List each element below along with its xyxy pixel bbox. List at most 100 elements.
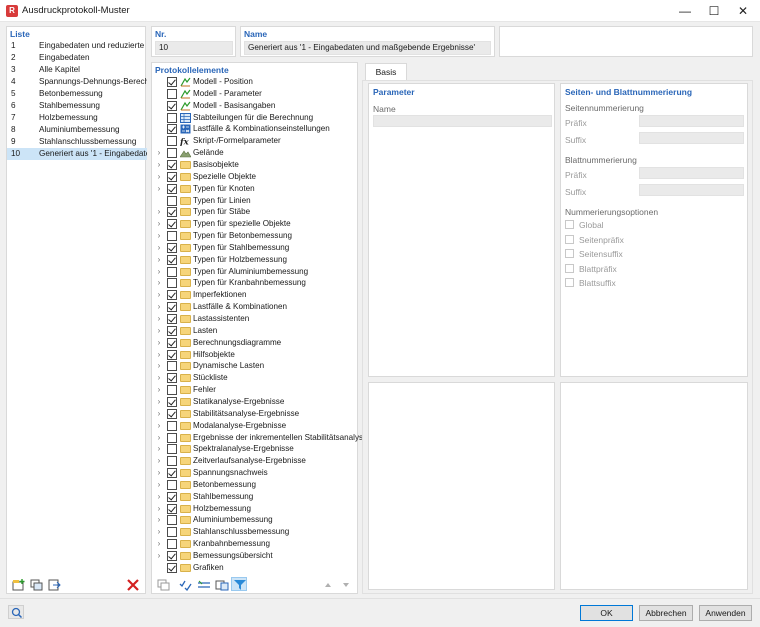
- tree-item[interactable]: Modell - Parameter: [152, 88, 362, 100]
- tab-basis[interactable]: Basis: [365, 63, 407, 81]
- list-item[interactable]: 6 Stahlbemessung: [7, 100, 147, 112]
- chevron-right-icon[interactable]: ›: [155, 433, 163, 443]
- tree-item-checkbox[interactable]: [167, 100, 177, 111]
- chevron-right-icon[interactable]: ›: [155, 373, 163, 383]
- uncheck-all-icon[interactable]: [195, 577, 211, 591]
- chevron-right-icon[interactable]: ›: [155, 456, 163, 466]
- new-list-icon[interactable]: [10, 577, 26, 591]
- chevron-right-icon[interactable]: ›: [155, 480, 163, 490]
- filter-icon[interactable]: [231, 577, 247, 591]
- numbering-option-checkbox[interactable]: [565, 278, 574, 287]
- tree-item[interactable]: › Stabilitätsanalyse-Ergebnisse: [152, 408, 362, 420]
- tree-item-checkbox[interactable]: [167, 231, 177, 242]
- tree-item-checkbox[interactable]: [167, 207, 177, 218]
- tree-item[interactable]: Modell - Basisangaben: [152, 100, 362, 112]
- chevron-right-icon[interactable]: ›: [155, 207, 163, 217]
- tree-item[interactable]: › Lastfälle & Kombinationen: [152, 301, 362, 313]
- numbering-option[interactable]: Seitensuffix: [565, 248, 735, 260]
- tree-item-checkbox[interactable]: [167, 420, 177, 431]
- chevron-right-icon[interactable]: ›: [155, 468, 163, 478]
- chevron-right-icon[interactable]: ›: [155, 421, 163, 431]
- chevron-right-icon[interactable]: ›: [155, 444, 163, 454]
- list-item[interactable]: 3 Alle Kapitel: [7, 64, 147, 76]
- chevron-right-icon[interactable]: ›: [155, 326, 163, 336]
- tree-item[interactable]: › Typen für Stahlbemessung: [152, 242, 362, 254]
- chevron-right-icon[interactable]: ›: [155, 409, 163, 419]
- tree-item-checkbox[interactable]: [167, 278, 177, 289]
- tree-item-checkbox[interactable]: [167, 88, 177, 99]
- tree-item-checkbox[interactable]: [167, 136, 177, 147]
- tree-item-checkbox[interactable]: [167, 171, 177, 182]
- tree-item-checkbox[interactable]: [167, 432, 177, 443]
- tree-item-checkbox[interactable]: [167, 242, 177, 253]
- delete-icon[interactable]: [124, 577, 140, 591]
- tree-item-checkbox[interactable]: [167, 290, 177, 301]
- tree-item[interactable]: Grafiken: [152, 562, 362, 574]
- tree-item[interactable]: Modell - Position: [152, 76, 362, 88]
- chevron-right-icon[interactable]: ›: [155, 290, 163, 300]
- chevron-right-icon[interactable]: ›: [155, 527, 163, 537]
- tree-item-checkbox[interactable]: [167, 219, 177, 230]
- tree-item-checkbox[interactable]: [167, 396, 177, 407]
- tree-item[interactable]: › Modalanalyse-Ergebnisse: [152, 420, 362, 432]
- tree-item-checkbox[interactable]: [167, 254, 177, 265]
- tree-item[interactable]: › Holzbemessung: [152, 503, 362, 515]
- tree-item[interactable]: › Bemessungsübersicht: [152, 550, 362, 562]
- cancel-button[interactable]: Abbrechen: [639, 605, 693, 621]
- tree-item[interactable]: fx Skript-/Formelparameter: [152, 135, 362, 148]
- list-item[interactable]: 2 Eingabedaten: [7, 52, 147, 64]
- chevron-right-icon[interactable]: ›: [155, 515, 163, 525]
- ok-button[interactable]: OK: [580, 605, 633, 621]
- table-settings-icon[interactable]: [213, 577, 229, 591]
- tree-item[interactable]: › Typen für Kranbahnbemessung: [152, 277, 362, 289]
- chevron-right-icon[interactable]: ›: [155, 397, 163, 407]
- tree-item-checkbox[interactable]: [167, 515, 177, 526]
- tree-item-checkbox[interactable]: [167, 337, 177, 348]
- tree-item-checkbox[interactable]: [167, 408, 177, 419]
- list-item[interactable]: 1 Eingabedaten und reduzierte Er: [7, 40, 147, 52]
- tree-item-checkbox[interactable]: [167, 302, 177, 313]
- numbering-option[interactable]: Blattpräfix: [565, 263, 735, 275]
- tree-item[interactable]: › Spannungsnachweis: [152, 467, 362, 479]
- tree-item[interactable]: › Hilfsobjekte: [152, 349, 362, 361]
- numbering-option-checkbox[interactable]: [565, 220, 574, 229]
- tree-item[interactable]: › Aluminiumbemessung: [152, 514, 362, 526]
- chevron-right-icon[interactable]: ›: [155, 350, 163, 360]
- tree-item[interactable]: › Lastassistenten: [152, 313, 362, 325]
- list-item[interactable]: 9 Stahlanschlussbemessung: [7, 136, 147, 148]
- import-list-icon[interactable]: [46, 577, 62, 591]
- move-up-icon[interactable]: [319, 577, 335, 591]
- tree-item[interactable]: › Lasten: [152, 325, 362, 337]
- tree-item[interactable]: › Berechnungsdiagramme: [152, 337, 362, 349]
- list-item[interactable]: 10 Generiert aus '1 - Eingabedaten: [7, 148, 147, 160]
- tree-item[interactable]: › Statikanalyse-Ergebnisse: [152, 396, 362, 408]
- numbering-option-checkbox[interactable]: [565, 234, 574, 244]
- tree-item[interactable]: › Ergebnisse der inkrementellen Stabilitä…: [152, 432, 368, 444]
- chevron-right-icon[interactable]: ›: [155, 338, 163, 348]
- tree-item[interactable]: › Fehler: [152, 384, 362, 396]
- tree-item[interactable]: › Spektralanalyse-Ergebnisse: [152, 443, 362, 455]
- copy-icon[interactable]: [155, 577, 171, 591]
- list-item[interactable]: 7 Holzbemessung: [7, 112, 147, 124]
- tree-item-checkbox[interactable]: [167, 385, 177, 396]
- tree-item[interactable]: › Spezielle Objekte: [152, 171, 362, 183]
- chevron-right-icon[interactable]: ›: [155, 243, 163, 253]
- tree-item[interactable]: › Gelände: [152, 147, 362, 159]
- name-field[interactable]: Generiert aus '1 - Eingabedaten und maßg…: [244, 41, 491, 55]
- chevron-right-icon[interactable]: ›: [155, 314, 163, 324]
- tree-item-checkbox[interactable]: [167, 159, 177, 170]
- tree-item-checkbox[interactable]: [167, 491, 177, 502]
- tree-item[interactable]: › Stahlanschlussbemessung: [152, 526, 362, 538]
- numbering-option-checkbox[interactable]: [565, 249, 574, 258]
- tree-item[interactable]: › Zeitverlaufsanalyse-Ergebnisse: [152, 455, 362, 467]
- chevron-right-icon[interactable]: ›: [155, 148, 163, 158]
- check-all-icon[interactable]: [177, 577, 193, 591]
- chevron-right-icon[interactable]: ›: [155, 539, 163, 549]
- tree-item[interactable]: › Typen für spezielle Objekte: [152, 218, 362, 230]
- tree-item[interactable]: › Betonbemessung: [152, 479, 362, 491]
- tree-item[interactable]: › Typen für Knoten: [152, 183, 362, 195]
- chevron-right-icon[interactable]: ›: [155, 231, 163, 241]
- chevron-right-icon[interactable]: ›: [155, 255, 163, 265]
- chevron-right-icon[interactable]: ›: [155, 172, 163, 182]
- close-button[interactable]: ✕: [728, 0, 758, 22]
